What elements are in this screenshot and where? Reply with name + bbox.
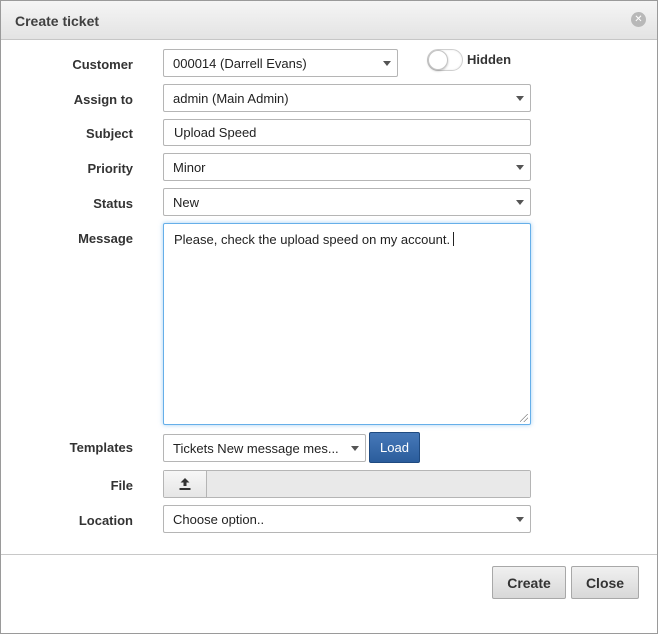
hidden-toggle[interactable] <box>427 49 463 71</box>
resize-handle-icon[interactable] <box>520 414 528 422</box>
chevron-down-icon <box>516 96 524 101</box>
chevron-down-icon <box>351 446 359 451</box>
templates-label: Templates <box>69 440 133 455</box>
chevron-down-icon <box>383 61 391 66</box>
priority-value: Minor <box>173 159 206 175</box>
file-input[interactable] <box>163 470 531 498</box>
status-select[interactable]: New <box>163 188 531 216</box>
dialog-header: Create ticket ✕ <box>1 1 657 40</box>
message-textarea[interactable]: Please, check the upload speed on my acc… <box>163 223 531 425</box>
upload-button[interactable] <box>164 471 207 497</box>
message-label: Message <box>78 231 133 246</box>
footer-divider <box>1 554 657 555</box>
create-button[interactable]: Create <box>492 566 566 599</box>
chevron-down-icon <box>516 165 524 170</box>
assign-to-value: admin (Main Admin) <box>173 90 289 106</box>
subject-label: Subject <box>86 126 133 141</box>
subject-value: Upload Speed <box>174 125 257 140</box>
close-icon[interactable]: ✕ <box>631 12 646 27</box>
message-value: Please, check the upload speed on my acc… <box>174 232 451 247</box>
file-label: File <box>110 478 133 493</box>
location-value: Choose option.. <box>173 511 265 527</box>
hidden-toggle-label: Hidden <box>467 52 512 67</box>
text-cursor <box>453 232 455 246</box>
chevron-down-icon <box>516 517 524 522</box>
priority-label: Priority <box>87 161 133 176</box>
location-label: Location <box>78 513 133 528</box>
templates-select[interactable]: Tickets New message mes... <box>163 434 366 462</box>
customer-label: Customer <box>72 57 133 72</box>
customer-select[interactable]: 000014 (Darrell Evans) <box>163 49 398 77</box>
status-value: New <box>173 194 200 210</box>
location-select[interactable]: Choose option.. <box>163 505 531 533</box>
status-label: Status <box>93 196 133 211</box>
subject-input[interactable]: Upload Speed <box>163 119 531 146</box>
file-name-display <box>207 471 530 497</box>
priority-select[interactable]: Minor <box>163 153 531 181</box>
assign-to-label: Assign to <box>73 92 133 107</box>
assign-to-select[interactable]: admin (Main Admin) <box>163 84 531 112</box>
toggle-knob <box>428 50 448 70</box>
create-ticket-dialog: Create ticket ✕ Customer 000014 (Darrell… <box>0 0 658 634</box>
load-template-button[interactable]: Load <box>369 432 420 463</box>
close-button[interactable]: Close <box>571 566 639 599</box>
customer-value: 000014 (Darrell Evans) <box>173 55 307 71</box>
templates-value: Tickets New message mes... <box>173 440 339 456</box>
upload-icon <box>179 478 191 490</box>
chevron-down-icon <box>516 200 524 205</box>
dialog-title: Create ticket <box>15 13 100 29</box>
